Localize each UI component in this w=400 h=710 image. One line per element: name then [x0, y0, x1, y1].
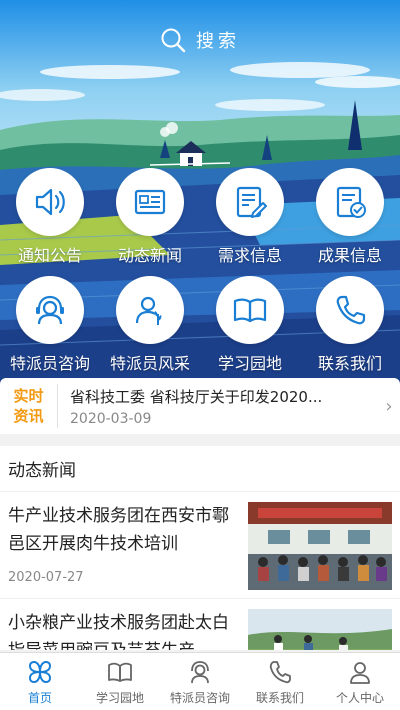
headset-icon [191, 660, 209, 683]
book-icon [216, 276, 284, 344]
book-icon [108, 662, 132, 682]
news-date: 2020-07-27 [8, 570, 84, 585]
menu-grid: 通知公告 动态新闻 需求信息 成果信息 特派员咨询 特派员风采 学习园地 联系我… [0, 168, 400, 374]
chevron-right-icon: › [385, 395, 393, 417]
menu-item-label: 通知公告 [17, 246, 82, 265]
realtime-badge: 实时 资讯 [0, 384, 58, 428]
menu-row-2: 特派员咨询 特派员风采 学习园地 联系我们 [0, 276, 400, 374]
tab-home[interactable]: 首页 [0, 653, 80, 710]
menu-item-demand[interactable]: 需求信息 [200, 168, 300, 266]
menu-item-label: 联系我们 [317, 354, 382, 373]
badge-line-2: 资讯 [13, 407, 44, 425]
certified-document-icon [316, 168, 384, 236]
search-label: 搜索 [196, 31, 240, 52]
news-thumbnail [248, 502, 392, 590]
news-list-item[interactable]: 小杂粮产业技术服务团赴太白指导菜用豌豆及芸苔生产 [0, 599, 400, 650]
news-list-item[interactable]: 牛产业技术服务团在西安市鄠邑区开展肉牛技术培训 2020-07-27 [0, 492, 400, 599]
user-icon [350, 661, 370, 684]
ticker-date: 2020-03-09 [70, 410, 152, 427]
menu-item-contact[interactable]: 联系我们 [300, 276, 400, 374]
news-text: 小杂粮产业技术服务团赴太白指导菜用豌豆及芸苔生产 [8, 609, 248, 650]
home-clover-icon [28, 660, 52, 683]
tab-contact[interactable]: 联系我们 [240, 653, 320, 710]
tab-label: 个人中心 [335, 690, 384, 705]
edit-document-icon [216, 168, 284, 236]
tab-label: 特派员咨询 [169, 690, 230, 705]
tab-study[interactable]: 学习园地 [80, 653, 160, 710]
person-leaf-icon [116, 276, 184, 344]
speaker-icon [16, 168, 84, 236]
menu-item-label: 成果信息 [317, 246, 382, 265]
tab-label: 联系我们 [255, 690, 304, 705]
search-icon [161, 28, 186, 53]
menu-item-label: 特派员风采 [109, 354, 190, 373]
tab-consult[interactable]: 特派员咨询 [160, 653, 240, 710]
phone-icon [316, 276, 384, 344]
news-thumbnail [248, 609, 392, 650]
ticker-body: 省科技工委 省科技厅关于印发2020... 2020-03-09 [58, 386, 378, 427]
menu-item-label: 学习园地 [217, 354, 282, 373]
search-bar[interactable]: 搜索 [0, 18, 400, 62]
menu-item-notices[interactable]: 通知公告 [0, 168, 100, 266]
tab-label: 首页 [27, 690, 52, 705]
menu-item-results[interactable]: 成果信息 [300, 168, 400, 266]
phone-icon [269, 660, 291, 683]
menu-item-consult[interactable]: 特派员咨询 [0, 276, 100, 374]
news-title: 牛产业技术服务团在西安市鄠邑区开展肉牛技术培训 [8, 506, 229, 554]
tab-label: 学习园地 [95, 690, 144, 705]
menu-item-study[interactable]: 学习园地 [200, 276, 300, 374]
news-title: 小杂粮产业技术服务团赴太白指导菜用豌豆及芸苔生产 [8, 613, 229, 650]
menu-row-1: 通知公告 动态新闻 需求信息 成果信息 [0, 168, 400, 266]
hero-banner: 搜索 通知公告 动态新闻 需求信息 成果信息 特派员咨询 特派员风采 学习园地 … [0, 0, 400, 385]
menu-item-style[interactable]: 特派员风采 [100, 276, 200, 374]
menu-item-label: 特派员咨询 [9, 354, 90, 373]
tab-profile[interactable]: 个人中心 [320, 653, 400, 710]
menu-item-news[interactable]: 动态新闻 [100, 168, 200, 266]
news-icon [116, 168, 184, 236]
menu-item-label: 需求信息 [217, 246, 282, 265]
ticker-title: 省科技工委 省科技厅关于印发2020... [70, 387, 323, 406]
headset-icon [16, 276, 84, 344]
menu-item-label: 动态新闻 [117, 246, 182, 265]
badge-line-1: 实时 [13, 387, 44, 405]
realtime-news-ticker[interactable]: 实时 资讯 省科技工委 省科技厅关于印发2020... 2020-03-09 › [0, 378, 400, 434]
news-section: 动态新闻 牛产业技术服务团在西安市鄠邑区开展肉牛技术培训 2020-07-27 [0, 446, 400, 650]
news-text: 牛产业技术服务团在西安市鄠邑区开展肉牛技术培训 2020-07-27 [8, 502, 248, 590]
bottom-tab-bar: 首页 学习园地 特派员咨询 联系我们 个人中心 [0, 652, 400, 710]
section-title: 动态新闻 [0, 446, 400, 492]
